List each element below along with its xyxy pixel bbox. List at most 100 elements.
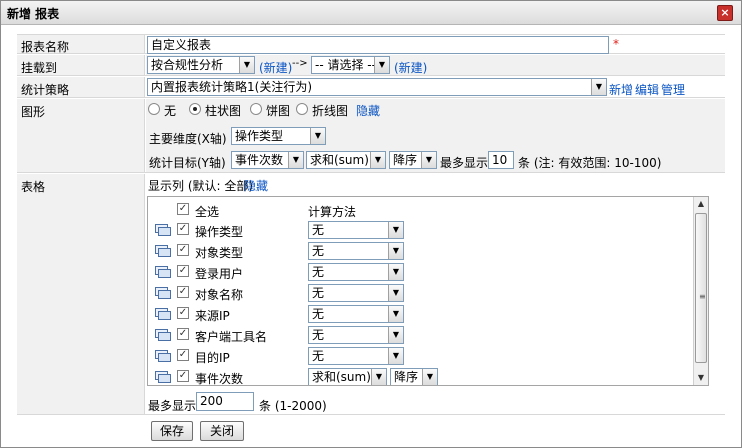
table-max-label: 最多显示: [148, 399, 197, 413]
chevron-down-icon: ▼: [421, 152, 436, 168]
add-report-dialog: 新增 报表 × 报表名称 自定义报表 * 挂载到 按合规性分析 ▼ (新建) -…: [0, 0, 742, 448]
calc-method-header: 计算方法: [308, 205, 357, 219]
calc-method-select[interactable]: 无 ▼: [308, 221, 404, 239]
select-all-checkbox[interactable]: ✓: [177, 203, 189, 215]
chart-hide-link[interactable]: 隐藏: [356, 102, 380, 119]
calc-method-select[interactable]: 无 ▼: [308, 326, 404, 344]
radio-chart-line[interactable]: [296, 103, 308, 115]
row-chart: 图形 无 柱状图 饼图 折线图 隐藏 主要维度(X轴) 操作类型 ▼ 统计目标(…: [17, 99, 725, 173]
radio-chart-bar[interactable]: [189, 103, 201, 115]
report-name-input[interactable]: 自定义报表: [147, 36, 609, 54]
column-checkbox[interactable]: ✓: [177, 328, 189, 340]
chart-max-label: 最多显示: [440, 156, 489, 170]
target-label: 统计目标(Y轴): [149, 156, 226, 170]
calc-method-select[interactable]: 无 ▼: [308, 347, 404, 365]
column-checkbox[interactable]: ✓: [177, 349, 189, 361]
list-item: ✓ 操作类型 无 ▼: [148, 220, 688, 240]
list-item: ✓ 对象类型 无 ▼: [148, 241, 688, 261]
column-checkbox[interactable]: ✓: [177, 370, 189, 382]
chevron-down-icon: ▼: [388, 243, 403, 259]
column-name: 客户端工具名: [195, 330, 268, 344]
mount-new-link-2[interactable]: (新建): [394, 59, 427, 76]
chart-max-note: 条 (注: 有效范围: 10-100): [518, 156, 662, 170]
columns-listbox[interactable]: ✓ 全选 计算方法 ✓ 操作类型无 ▼ ✓ 对象类型无 ▼ ✓ 登录用户无 ▼ ✓ 对象名称无 ▼ ✓ 来…: [147, 196, 709, 386]
target-order-select[interactable]: 降序 ▼: [389, 151, 437, 169]
list-item: ✓ 事件次数 求和(sum) ▼ 降序 ▼: [148, 367, 688, 386]
sort-order-select[interactable]: 降序 ▼: [390, 368, 438, 385]
label-strategy: 统计策略: [17, 77, 145, 97]
list-item: ✓ 客户端工具名 无 ▼: [148, 325, 688, 345]
chevron-down-icon: ▼: [288, 152, 303, 168]
strategy-manage-link[interactable]: 管理: [661, 81, 685, 98]
scroll-up-icon[interactable]: ▲: [694, 197, 708, 211]
radio-label-pie: 饼图: [266, 104, 291, 118]
scroll-thumb[interactable]: ≡: [695, 213, 707, 363]
chevron-down-icon: ▼: [388, 306, 403, 322]
list-item: ✓ 登录用户 无 ▼: [148, 262, 688, 282]
grip-icon: ≡: [699, 292, 706, 301]
close-button[interactable]: 关闭: [200, 421, 244, 441]
close-icon[interactable]: ×: [717, 5, 733, 21]
calc-method-select[interactable]: 求和(sum) ▼: [308, 368, 387, 385]
column-name: 目的IP: [195, 351, 230, 365]
chevron-down-icon: ▼: [310, 128, 325, 144]
strategy-select[interactable]: 内置报表统计策略1(关注行为) ▼: [147, 78, 607, 96]
column-name: 登录用户: [195, 267, 244, 281]
mount-select-secondary[interactable]: -- 请选择 -- ▼: [311, 56, 390, 74]
column-checkbox[interactable]: ✓: [177, 286, 189, 298]
chevron-down-icon: ▼: [370, 152, 385, 168]
calc-method-select[interactable]: 无 ▼: [308, 263, 404, 281]
column-name: 来源IP: [195, 309, 230, 323]
calc-method-select[interactable]: 无 ▼: [308, 305, 404, 323]
column-checkbox[interactable]: ✓: [177, 223, 189, 235]
column-checkbox[interactable]: ✓: [177, 244, 189, 256]
scroll-down-icon[interactable]: ▼: [694, 371, 708, 385]
column-name: 操作类型: [195, 225, 244, 239]
label-chart: 图形: [17, 99, 145, 172]
chevron-down-icon: ▼: [388, 348, 403, 364]
chevron-down-icon: ▼: [388, 264, 403, 280]
chevron-down-icon: ▼: [422, 369, 437, 385]
mount-select-primary[interactable]: 按合规性分析 ▼: [147, 56, 255, 74]
chevron-down-icon: ▼: [388, 285, 403, 301]
target-func-select[interactable]: 求和(sum) ▼: [306, 151, 386, 169]
dialog-titlebar: 新增 报表 ×: [1, 1, 741, 25]
calc-method-select[interactable]: 无 ▼: [308, 284, 404, 302]
required-mark: *: [613, 37, 619, 51]
column-checkbox[interactable]: ✓: [177, 307, 189, 319]
calc-method-select[interactable]: 无 ▼: [308, 242, 404, 260]
row-report-name: 报表名称 自定义报表 *: [17, 34, 725, 54]
row-mount-to: 挂载到 按合规性分析 ▼ (新建) --> -- 请选择 -- ▼ (新建): [17, 55, 725, 76]
dimension-select[interactable]: 操作类型 ▼: [231, 127, 326, 145]
label-table: 表格: [17, 174, 145, 414]
column-checkbox[interactable]: ✓: [177, 265, 189, 277]
chevron-down-icon: ▼: [374, 57, 389, 73]
table-max-input[interactable]: 200: [196, 392, 254, 411]
label-mount-to: 挂载到: [17, 55, 145, 75]
radio-label-line: 折线图: [312, 104, 349, 118]
strategy-new-link[interactable]: 新增: [609, 81, 633, 98]
target-field-select[interactable]: 事件次数 ▼: [231, 151, 304, 169]
chevron-down-icon: ▼: [239, 57, 254, 73]
radio-chart-none[interactable]: [148, 103, 160, 115]
radio-label-bar: 柱状图: [205, 104, 242, 118]
column-name: 事件次数: [195, 372, 244, 386]
chevron-down-icon: ▼: [591, 79, 606, 95]
chart-max-input[interactable]: 10: [488, 151, 514, 169]
mount-new-link-1[interactable]: (新建): [259, 59, 292, 76]
radio-chart-pie[interactable]: [250, 103, 262, 115]
column-name: 对象名称: [195, 288, 244, 302]
column-name: 对象类型: [195, 246, 244, 260]
save-button[interactable]: 保存: [151, 421, 193, 441]
chevron-down-icon: ▼: [388, 222, 403, 238]
listbox-scrollbar[interactable]: ▲ ≡ ▼: [693, 197, 708, 385]
mount-connector: -->: [292, 58, 308, 69]
table-max-note: 条 (1-2000): [259, 399, 327, 413]
columns-label: 显示列 (默认: 全部): [148, 179, 254, 193]
list-item: ✓ 对象名称 无 ▼: [148, 283, 688, 303]
table-hide-link[interactable]: 隐藏: [244, 177, 268, 194]
label-report-name: 报表名称: [17, 35, 145, 54]
strategy-edit-link[interactable]: 编辑: [635, 81, 659, 98]
select-all-label: 全选: [195, 205, 220, 219]
row-strategy: 统计策略 内置报表统计策略1(关注行为) ▼ 新增 编辑 管理: [17, 77, 725, 98]
